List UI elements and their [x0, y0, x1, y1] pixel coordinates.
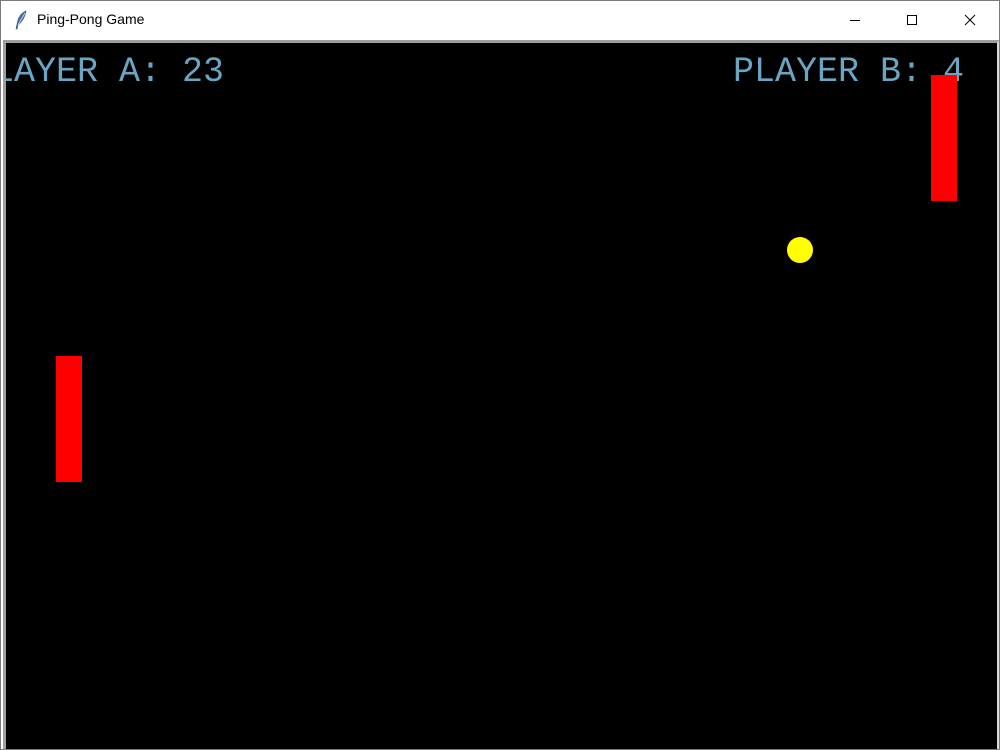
window-title: Ping-Pong Game: [37, 11, 145, 27]
minimize-icon: [849, 14, 861, 26]
player-b-score: PLAYER B: 4: [733, 52, 965, 92]
ball: [787, 237, 813, 263]
close-icon: [964, 14, 976, 26]
player-b-paddle: [931, 75, 957, 201]
minimize-button[interactable]: [832, 1, 878, 39]
maximize-icon: [906, 14, 918, 26]
feather-icon: [13, 10, 29, 30]
game-frame: PLAYER A: 23 PLAYER B: 4: [3, 40, 999, 749]
close-button[interactable]: [947, 1, 993, 39]
maximize-button[interactable]: [889, 1, 935, 39]
title-bar[interactable]: Ping-Pong Game: [1, 1, 999, 39]
player-a-paddle: [56, 356, 82, 482]
app-window: Ping-Pong Game PLAYER A: 23 PLAYER B: 4: [0, 0, 1000, 750]
game-canvas[interactable]: PLAYER A: 23 PLAYER B: 4: [6, 43, 997, 749]
player-a-score: PLAYER A: 23: [6, 52, 225, 92]
